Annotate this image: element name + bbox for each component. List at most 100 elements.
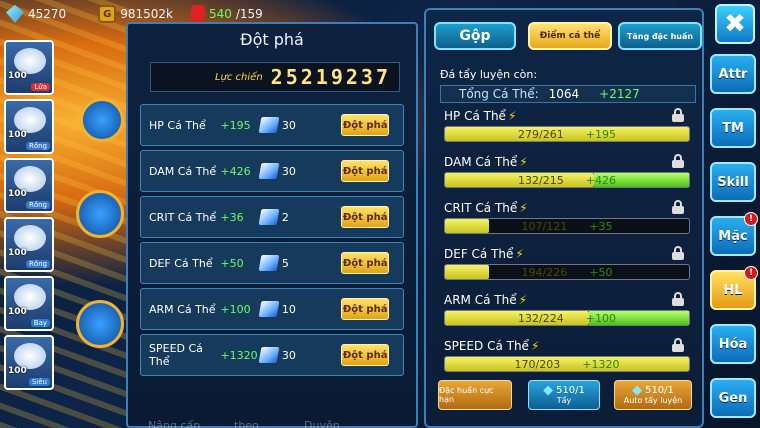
- potion-icon: [190, 5, 205, 23]
- team-slot[interactable]: 100 Rồng: [4, 217, 54, 272]
- combat-power: Lực chiến 25219237: [150, 62, 400, 92]
- lock-icon[interactable]: [672, 246, 684, 260]
- glove-item-icon[interactable]: [80, 98, 124, 142]
- type-badge: Bay: [30, 319, 50, 327]
- breakthrough-button[interactable]: Đột phá: [341, 160, 389, 182]
- breakthrough-title: Đột phá: [240, 30, 304, 49]
- nav-skill[interactable]: Skill: [710, 162, 756, 202]
- scroll-icon: [258, 301, 280, 317]
- team-slot[interactable]: 100 Bay: [4, 276, 54, 331]
- stat-name: DEF Cá Thể ⚡: [444, 246, 690, 262]
- team-slot-level: 100: [8, 189, 27, 199]
- lock-icon[interactable]: [672, 292, 684, 306]
- stat-plus: +426: [220, 164, 251, 178]
- stat-current: 132/215: [518, 173, 564, 187]
- stat-row: HP Cá Thể ⚡ 279/261 +195: [444, 108, 690, 142]
- scroll-icon: [258, 209, 280, 225]
- stat-bar: 107/121 +35: [444, 218, 690, 234]
- bolt-icon: ⚡: [519, 201, 528, 215]
- pet-avatar-icon[interactable]: [76, 300, 124, 348]
- stat-name: DAM Cá Thể ⚡: [444, 154, 690, 170]
- team-list: 100 Lửa 100 Rồng 100 Rồng 100 Rồng 100 Bay 10…: [4, 40, 56, 394]
- stat-bar: 279/261 +195: [444, 126, 690, 142]
- breakthrough-button[interactable]: Đột phá: [341, 344, 389, 366]
- bolt-icon: ⚡: [518, 293, 528, 307]
- stat-row: DEF Cá Thể ⚡ 194/226 +50: [444, 246, 690, 280]
- team-slot-level: 100: [8, 307, 27, 317]
- lock-icon[interactable]: [672, 108, 684, 122]
- nav-hl-label: HL: [723, 282, 743, 298]
- tab-merge[interactable]: Gộp: [434, 22, 516, 50]
- refine-button[interactable]: 510/1 Tẩy: [528, 380, 600, 410]
- stat-name: HP Cá Thể: [149, 118, 206, 132]
- stat-cost: 10: [281, 302, 296, 316]
- breakthrough-button[interactable]: Đột phá: [341, 114, 389, 136]
- nav-tm[interactable]: TM: [710, 108, 756, 148]
- scroll-icon: [258, 117, 280, 133]
- stat-name-text: DEF Cá Thể: [444, 247, 514, 261]
- team-slot[interactable]: 100 Lửa: [4, 40, 54, 95]
- team-slot[interactable]: 100 Siêu: [4, 335, 54, 390]
- lock-icon[interactable]: [672, 338, 684, 352]
- refine-label: Tẩy: [556, 396, 572, 405]
- scroll-icon: [258, 347, 280, 363]
- stat-current: 170/203: [514, 357, 561, 371]
- stat-plus: +1320: [220, 348, 258, 362]
- team-slot-level: 100: [8, 71, 27, 81]
- scroll-icon: [258, 255, 280, 271]
- stat-name: DEF Cá Thể: [149, 256, 213, 270]
- total-individual: Tổng Cá Thể: 1064 +2127: [440, 85, 696, 103]
- stat-cost: 30: [281, 118, 296, 132]
- type-badge: Rồng: [25, 142, 50, 150]
- extreme-training-button[interactable]: Đặc huấn cực hạn: [438, 380, 512, 410]
- breakthrough-row: HP Cá Thể +195 30 Đột phá: [140, 104, 404, 146]
- close-button[interactable]: ✖: [715, 4, 755, 44]
- crystal-icon: [543, 385, 554, 396]
- stat-plus: +195: [220, 118, 251, 132]
- auto-refine-button[interactable]: 510/1 Auto tẩy luyện: [614, 380, 692, 410]
- stat-current: 107/121: [521, 219, 568, 233]
- breakthrough-row: ARM Cá Thể +100 10 Đột phá: [140, 288, 404, 330]
- breakthrough-button[interactable]: Đột phá: [341, 206, 389, 228]
- nav-hoa[interactable]: Hóa: [710, 324, 756, 364]
- tab-special-training[interactable]: Tăng đặc huấn: [618, 22, 702, 50]
- stat-row: DAM Cá Thể ⚡ 132/215 +426: [444, 154, 690, 188]
- stat-add: +100: [585, 311, 616, 325]
- lock-icon[interactable]: [672, 200, 684, 214]
- stat-name-text: ARM Cá Thể: [444, 293, 517, 307]
- stat-plus: +50: [220, 256, 244, 270]
- nav-attr[interactable]: Attr: [710, 54, 756, 94]
- extreme-training-label: Đặc huấn cực hạn: [439, 386, 494, 404]
- gems-value: 45270: [28, 7, 67, 21]
- team-slot-level: 100: [8, 248, 27, 258]
- backpack-icon[interactable]: [76, 190, 124, 238]
- refine-count: 510/1: [556, 385, 585, 396]
- gem-icon: [6, 5, 24, 23]
- stat-name: DAM Cá Thể: [149, 164, 217, 178]
- stat-name-text: DAM Cá Thể: [444, 155, 518, 169]
- stat-bar: 132/224 +100: [444, 310, 690, 326]
- stat-name-text: CRIT Cá Thể: [444, 201, 518, 215]
- breakthrough-button[interactable]: Đột phá: [341, 252, 389, 274]
- stat-cost: 2: [281, 210, 289, 224]
- breakthrough-row: SPEED Cá Thể +1320 30 Đột phá: [140, 334, 404, 376]
- stat-name: CRIT Cá Thể ⚡: [444, 200, 690, 216]
- team-slot-level: 100: [8, 366, 27, 376]
- type-badge: Lửa: [31, 83, 50, 91]
- nav-hl[interactable]: HL!: [710, 266, 758, 310]
- nav-gen[interactable]: Gen: [710, 378, 756, 418]
- breakthrough-button[interactable]: Đột phá: [341, 298, 389, 320]
- team-slot[interactable]: 100 Rồng: [4, 99, 54, 154]
- team-slot[interactable]: 100 Rồng: [4, 158, 54, 213]
- tab-individual-points[interactable]: Điểm cá thể: [528, 22, 612, 50]
- stat-name-text: HP Cá Thể: [444, 109, 506, 123]
- stat-add: +426: [585, 173, 616, 187]
- lock-icon[interactable]: [672, 154, 684, 168]
- bolt-icon: ⚡: [515, 247, 524, 261]
- nav-mac[interactable]: Mặc!: [710, 212, 758, 256]
- stat-name: ARM Cá Thể: [149, 302, 216, 316]
- stat-current: 279/261: [518, 127, 564, 141]
- ghost-label: Duyên: [304, 419, 340, 428]
- stat-name: CRIT Cá Thể: [149, 210, 217, 224]
- remaining-stones-label: Đá tẩy luyện còn:: [440, 68, 538, 81]
